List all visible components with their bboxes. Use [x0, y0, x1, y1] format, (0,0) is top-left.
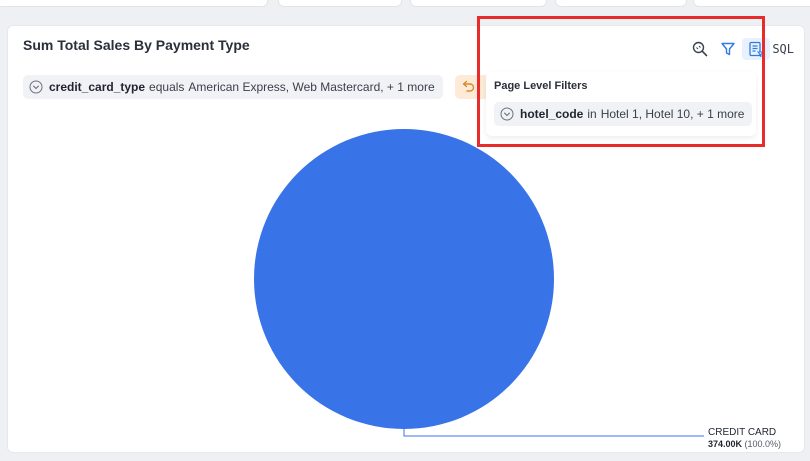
- pie-leader-line: [403, 429, 704, 437]
- top-tab[interactable]: [693, 0, 810, 7]
- top-tab[interactable]: [0, 0, 268, 7]
- top-tab[interactable]: [555, 0, 687, 7]
- top-tab[interactable]: [410, 0, 547, 7]
- top-strip: [0, 0, 810, 14]
- pie-slice[interactable]: [254, 129, 554, 429]
- pie-label-value: 374.00K (100.0%): [708, 439, 781, 449]
- pie-chart: CREDIT CARD374.00K (100.0%): [254, 129, 781, 449]
- chart-card: Sum Total Sales By Payment Type SQL cred…: [7, 25, 805, 453]
- pie-label-name: CREDIT CARD: [708, 427, 776, 438]
- top-tab[interactable]: [278, 0, 402, 7]
